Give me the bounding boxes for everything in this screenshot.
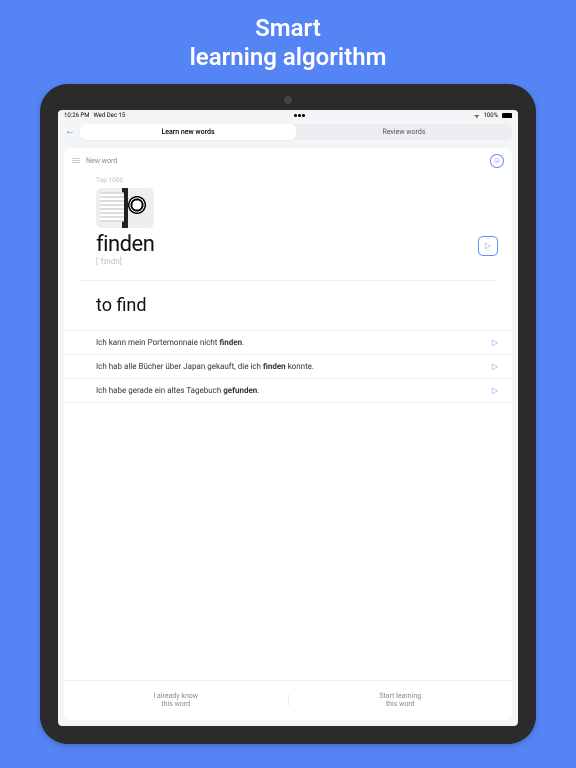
example-row: Ich hab alle Bücher über Japan gekauft, … [64, 355, 512, 379]
word-image [96, 188, 154, 228]
menu-icon[interactable] [72, 158, 80, 163]
example-text: Ich kann mein Portemonnaie nicht finden. [96, 338, 492, 347]
back-button[interactable]: ← [64, 126, 76, 137]
mode-segmented-control: Learn new words Review words [80, 124, 512, 140]
translation: to find [64, 281, 512, 330]
already-know-button[interactable]: I already know this word [64, 681, 288, 720]
example-text: Ich hab alle Bücher über Japan gekauft, … [96, 362, 492, 371]
feedback-button[interactable]: ☺ [490, 154, 504, 168]
device-camera [284, 96, 292, 104]
example-play-icon[interactable]: ▷ [492, 338, 498, 347]
top-nav: ← Learn new words Review words [58, 122, 518, 144]
new-word-badge: New word [86, 157, 117, 165]
start-learning-button[interactable]: Start learning this word [289, 681, 513, 720]
spacer [64, 403, 512, 680]
tablet-frame: 10:26 PM Wed Dec 15 ᯤ 100% ← Learn new w… [40, 84, 536, 744]
status-time: 10:26 PM [64, 112, 89, 119]
app-screen: 10:26 PM Wed Dec 15 ᯤ 100% ← Learn new w… [58, 110, 518, 726]
example-row: Ich habe gerade ein altes Tagebuch gefun… [64, 379, 512, 403]
tab-learn-new-words[interactable]: Learn new words [80, 124, 296, 140]
headword: finden [96, 232, 496, 257]
battery-percent: 100% [483, 112, 498, 119]
wifi-icon: ᯤ [474, 112, 479, 120]
promo-line1: Smart [190, 14, 387, 43]
multitask-dots [294, 114, 305, 117]
example-play-icon[interactable]: ▷ [492, 362, 498, 371]
tab-review-words[interactable]: Review words [296, 124, 512, 140]
promo-line2: learning algorithm [190, 43, 387, 72]
bottom-actions: I already know this word Start learning … [64, 680, 512, 720]
battery-icon [502, 113, 512, 118]
example-play-icon[interactable]: ▷ [492, 386, 498, 395]
status-bar: 10:26 PM Wed Dec 15 ᯤ 100% [58, 110, 518, 122]
promo-title: Smart learning algorithm [190, 14, 387, 72]
example-row: Ich kann mein Portemonnaie nicht finden.… [64, 331, 512, 355]
examples-list: Ich kann mein Portemonnaie nicht finden.… [64, 330, 512, 403]
pronunciation-ipa: [ˈfɪndn] [96, 257, 496, 266]
word-card: New word ☺ Top 1000 finden [ˈfɪndn] ▷ to… [64, 148, 512, 720]
example-text: Ich habe gerade ein altes Tagebuch gefun… [96, 386, 492, 395]
deck-label: Top 1000 [96, 176, 496, 184]
play-audio-button[interactable]: ▷ [478, 236, 498, 256]
status-date: Wed Dec 15 [93, 112, 125, 119]
